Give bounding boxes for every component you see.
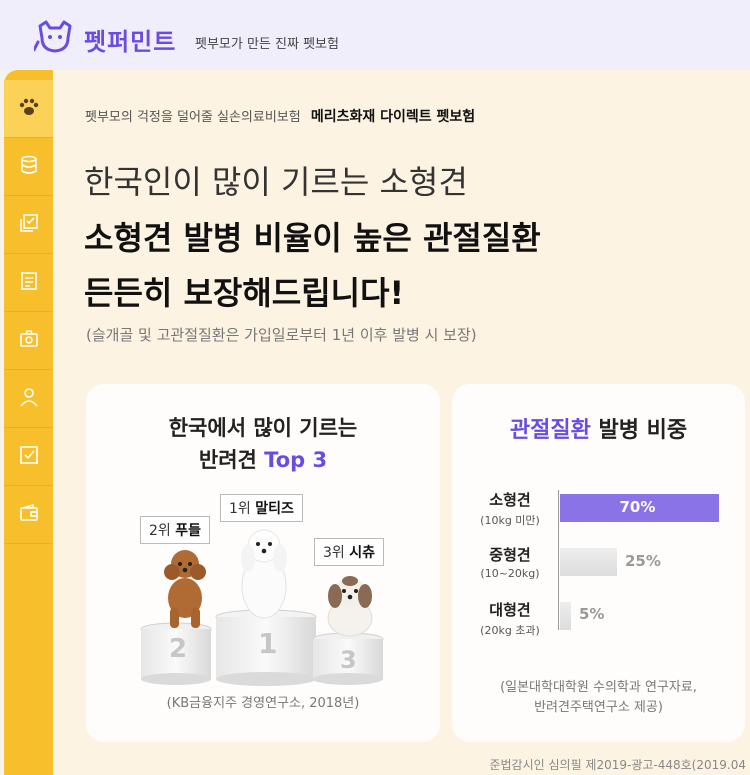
subtitle-text: 펫부모의 걱정을 덜어줄 실손의료비보험 [85,110,301,125]
document-icon [19,271,39,295]
podium-number-2: 2 [169,634,188,664]
chart-value-small: 70% [619,498,656,516]
headline-line2: 소형견 발병 비율이 높은 관절질환 [84,219,541,257]
brand-tagline: 펫부모가 만든 진짜 펫보험 [195,37,339,52]
chart-source-line2: 반려견주택연구소 제공) [534,700,663,715]
sidebar-item-document[interactable] [4,254,53,312]
sidebar-item-wallet[interactable] [4,486,53,544]
top3-card: 한국에서 많이 기르는 반려견 Top 3 2 1 3 2위 푸들 1위 말티즈… [86,384,440,742]
brand-name[interactable]: 펫퍼민트 [84,22,176,57]
coverage-note: (슬개골 및 고관절질환은 가입일로부터 1년 이후 발병 시 보장) [86,326,477,344]
sidebar [4,70,53,775]
rank-1-tag: 1위 말티즈 [220,494,303,522]
chart-category-medium: 중형견 (10~20kg) [480,546,540,580]
subtitle-product: 메리츠화재 다이렉트 펫보험 [310,109,476,125]
compliance-footer: 준법감시인 심의필 제2019-광고-448호(2019.04 [489,758,746,772]
banner-subtitle: 펫부모의 걱정을 덜어줄 실손의료비보험 메리츠화재 다이렉트 펫보험 [85,106,475,126]
top-bar: 펫퍼민트 펫부모가 만든 진짜 펫보험 [0,0,750,70]
sidebar-item-camera[interactable] [4,312,53,370]
chart-source-line1: (일본대학대학원 수의학과 연구자료, [500,680,697,695]
top3-title-line2: 반려견 Top 3 [198,448,328,472]
pepper-logo-icon[interactable] [32,20,76,58]
top3-highlight: Top 3 [264,448,328,472]
checklist-icon [19,213,39,237]
headline-line1: 한국인이 많이 기르는 소형견 [84,163,468,201]
chart-axis [558,490,559,630]
chart-bar-large [560,602,571,630]
podium-number-3: 3 [340,646,357,674]
chart-category-small: 소형견 (10kg 미만) [480,491,540,527]
chart-value-medium: 25% [625,552,661,570]
database-icon [19,155,39,179]
headline-line3: 든든히 보장해드립니다! [84,274,405,312]
checkbox-icon [19,445,39,469]
chart-category-large: 대형견 (20kg 초과) [480,601,540,637]
person-icon [19,387,39,411]
sidebar-item-checklist[interactable] [4,196,53,254]
sidebar-item-database[interactable] [4,138,53,196]
paw-icon [18,97,40,121]
rank-3-tag: 3위 시츄 [314,538,385,566]
camera-icon [19,329,39,352]
joint-disease-highlight: 관절질환 [509,418,591,443]
rank-2-tag: 2위 푸들 [140,516,211,544]
chart-value-large: 5% [579,605,605,623]
sidebar-item-home[interactable] [4,80,53,138]
shihtzu-image [327,576,373,637]
top3-source: (KB금융지주 경영연구소, 2018년) [166,696,360,711]
wallet-icon [19,503,39,526]
sidebar-item-check[interactable] [4,428,53,486]
joint-disease-title: 관절질환 발병 비중 [509,418,688,443]
poodle-image [164,550,206,628]
chart-bar-medium [560,548,617,576]
maltese-image [241,529,287,619]
sidebar-item-profile[interactable] [4,370,53,428]
top3-title-line1: 한국에서 많이 기르는 [168,416,358,440]
podium-number-1: 1 [258,627,278,660]
